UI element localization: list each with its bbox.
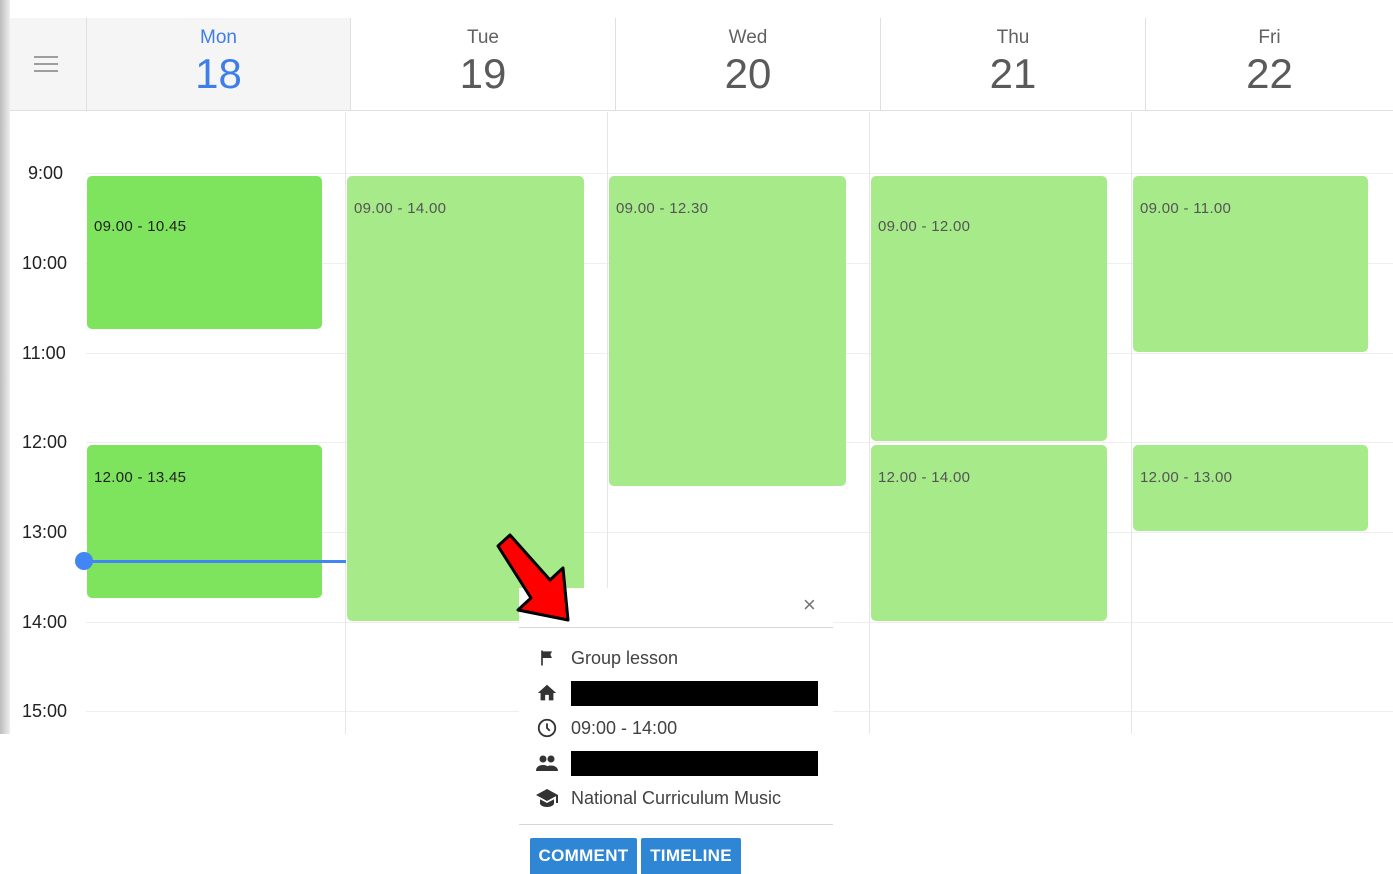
time-label-11: 11:00 bbox=[22, 343, 66, 363]
day-number: 20 bbox=[724, 50, 772, 97]
event-subject: National Curriculum Music bbox=[571, 787, 782, 808]
grid-day-line bbox=[1131, 112, 1132, 734]
event-wed-1[interactable]: 09.00 - 12.30 bbox=[609, 176, 846, 486]
popup-divider bbox=[519, 824, 833, 825]
event-time: 12.00 - 14.00 bbox=[878, 469, 971, 486]
home-icon bbox=[535, 681, 559, 705]
event-time: 12.00 - 13.00 bbox=[1140, 469, 1233, 486]
people-icon bbox=[535, 751, 559, 775]
event-mon-1[interactable]: 09.00 - 10.45 bbox=[87, 176, 322, 329]
popup-row-type: Group lesson bbox=[535, 645, 678, 671]
popup-row-time: 09:00 - 14:00 bbox=[535, 715, 677, 741]
day-name: Thu bbox=[996, 27, 1030, 48]
day-number: 18 bbox=[195, 50, 242, 97]
clock-icon bbox=[535, 716, 559, 740]
day-header-wed[interactable]: Wed 20 bbox=[615, 18, 880, 111]
calendar-app: Mon 18 Tue 19 Wed 20 Thu 21 Fri 22 9:00 … bbox=[0, 0, 1393, 874]
grid-hour-line bbox=[86, 173, 1393, 174]
timeline-button[interactable]: TIMELINE bbox=[641, 838, 741, 874]
menu-icon[interactable] bbox=[34, 56, 58, 74]
popup-row-location bbox=[535, 680, 818, 706]
time-label-12: 12:00 bbox=[22, 432, 68, 452]
day-name: Tue bbox=[466, 27, 500, 48]
grid-day-line bbox=[869, 112, 870, 734]
event-thu-1[interactable]: 09.00 - 12.00 bbox=[871, 176, 1107, 441]
redacted-attendees bbox=[571, 750, 818, 776]
event-time: 09.00 - 12.30 bbox=[616, 200, 709, 217]
event-thu-2[interactable]: 12.00 - 14.00 bbox=[871, 445, 1107, 621]
header-corner bbox=[10, 18, 86, 111]
time-label-14: 14:00 bbox=[22, 612, 68, 632]
event-type: Group lesson bbox=[571, 647, 679, 668]
redacted-location bbox=[571, 680, 818, 706]
event-mon-2[interactable]: 12.00 - 13.45 bbox=[87, 445, 322, 598]
graduation-cap-icon bbox=[535, 786, 559, 810]
red-arrow-annotation bbox=[496, 533, 570, 622]
event-time: 09.00 - 12.00 bbox=[878, 218, 971, 235]
event-time: 09.00 - 11.00 bbox=[1140, 200, 1232, 217]
current-time-dot bbox=[75, 552, 93, 570]
day-header-fri[interactable]: Fri 22 bbox=[1145, 18, 1393, 111]
day-name: Wed bbox=[728, 27, 768, 48]
day-number: 22 bbox=[1246, 50, 1293, 97]
day-name: Fri bbox=[1258, 27, 1281, 48]
current-time-line bbox=[84, 560, 346, 563]
time-label-15: 15:00 bbox=[22, 701, 68, 721]
popup-row-subject: National Curriculum Music bbox=[535, 785, 781, 811]
event-time: 09.00 - 14.00 bbox=[354, 200, 447, 217]
event-time: 09.00 - 10.45 bbox=[94, 218, 187, 235]
time-label-10: 10:00 bbox=[22, 253, 68, 273]
popup-row-attendees bbox=[535, 750, 818, 776]
day-name: Mon bbox=[200, 27, 237, 48]
day-number: 19 bbox=[459, 50, 507, 97]
comment-button[interactable]: COMMENT bbox=[530, 838, 637, 874]
day-header-mon[interactable]: Mon 18 bbox=[86, 18, 350, 111]
event-details-popup: × Group lesson 09:00 - 14:00 National Cu… bbox=[519, 588, 833, 874]
time-label-13: 13:00 bbox=[22, 522, 68, 542]
event-fri-2[interactable]: 12.00 - 13.00 bbox=[1133, 445, 1368, 531]
close-icon[interactable]: × bbox=[803, 594, 816, 616]
flag-icon bbox=[535, 646, 559, 670]
event-time: 12.00 - 13.45 bbox=[94, 469, 187, 486]
day-header-thu[interactable]: Thu 21 bbox=[880, 18, 1145, 111]
event-time-range: 09:00 - 14:00 bbox=[571, 717, 678, 738]
time-label-9: 9:00 bbox=[28, 163, 64, 183]
day-number: 21 bbox=[989, 50, 1037, 97]
grid-day-line bbox=[345, 112, 346, 734]
day-header-tue[interactable]: Tue 19 bbox=[350, 18, 615, 111]
event-fri-1[interactable]: 09.00 - 11.00 bbox=[1133, 176, 1368, 352]
left-panel-shadow bbox=[0, 0, 10, 734]
